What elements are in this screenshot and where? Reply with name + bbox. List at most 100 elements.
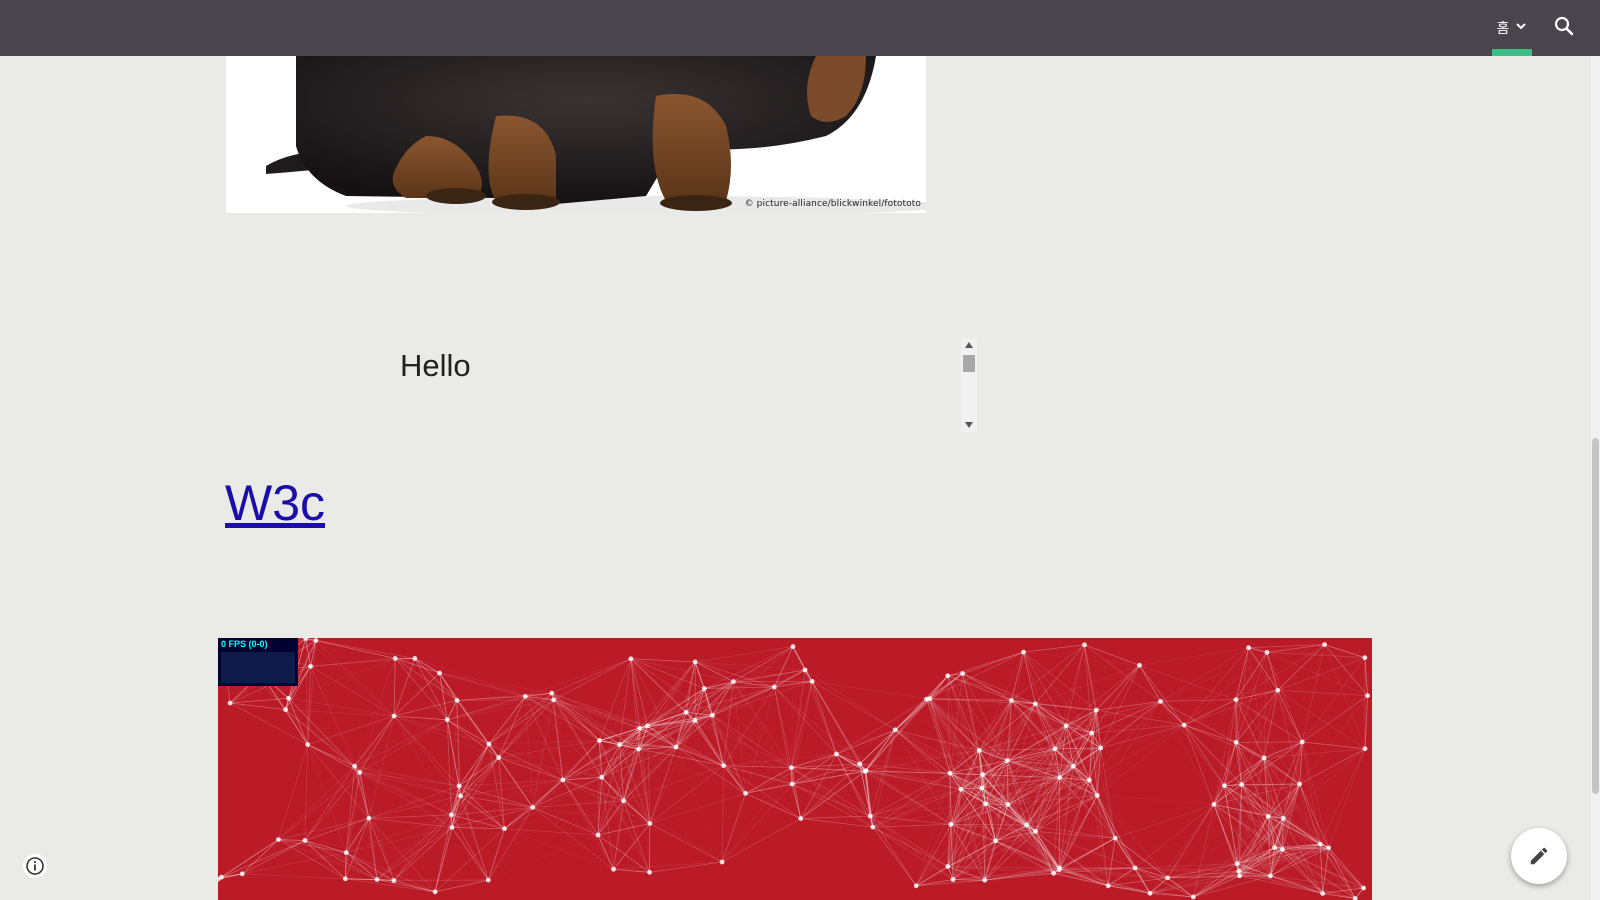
- scroll-up-arrow[interactable]: [961, 338, 977, 352]
- particle-node: [789, 765, 794, 771]
- particle-node: [227, 700, 233, 706]
- particle-node: [486, 741, 492, 747]
- triangle-down-icon: [965, 422, 973, 428]
- particle-node: [1132, 865, 1138, 871]
- particle-node: [798, 816, 804, 821]
- particle-node: [219, 874, 224, 880]
- particle-node: [857, 761, 863, 767]
- particle-node: [352, 763, 358, 769]
- particle-node: [305, 742, 311, 747]
- particle-node: [611, 866, 616, 872]
- particle-node: [1052, 746, 1058, 752]
- particle-node: [948, 822, 954, 827]
- search-button[interactable]: [1550, 14, 1578, 42]
- page-scrollbar[interactable]: [1591, 56, 1600, 900]
- site-info-button[interactable]: [23, 854, 47, 878]
- particle-node: [1009, 697, 1014, 703]
- particle-node: [1320, 891, 1326, 896]
- fps-graph: [221, 652, 295, 683]
- particle-node: [731, 679, 736, 684]
- w3c-link[interactable]: W3c: [225, 474, 325, 532]
- particle-node: [1005, 802, 1011, 808]
- particle-node: [1268, 873, 1273, 879]
- edit-button[interactable]: [1511, 828, 1567, 884]
- particle-node: [1221, 783, 1227, 789]
- triangle-up-icon: [965, 342, 973, 348]
- particle-node: [979, 785, 985, 791]
- embed-scrollbar-thumb[interactable]: [963, 355, 975, 372]
- particle-node: [1297, 781, 1302, 787]
- particle-node: [1070, 763, 1076, 769]
- particle-node: [530, 804, 536, 810]
- particle-node: [1264, 649, 1270, 655]
- particle-node: [485, 877, 491, 883]
- particle-node: [1165, 875, 1170, 881]
- particle-node: [597, 738, 602, 743]
- particle-node: [1089, 730, 1095, 736]
- particle-node: [286, 695, 292, 701]
- particle-node: [456, 783, 462, 789]
- particle-node: [1105, 883, 1111, 889]
- particle-canvas[interactable]: 0 FPS (0-0): [218, 638, 1372, 900]
- particle-node: [342, 876, 348, 882]
- particle-node: [790, 644, 796, 649]
- particle-node: [1112, 835, 1118, 841]
- particle-node: [437, 670, 442, 676]
- particle-node: [374, 877, 380, 882]
- particle-node: [833, 751, 839, 757]
- particle-node: [1362, 746, 1368, 752]
- particle-node: [392, 656, 398, 661]
- embed-scrollbar[interactable]: [961, 338, 977, 432]
- particle-node: [313, 638, 319, 643]
- particle-node: [1280, 847, 1285, 852]
- particle-node: [1233, 697, 1239, 703]
- particle-node: [1275, 687, 1281, 693]
- particle-node: [1299, 739, 1305, 745]
- particle-node: [1147, 890, 1153, 896]
- particle-node: [913, 883, 919, 889]
- particle-node: [502, 826, 507, 832]
- particle-node: [432, 889, 438, 895]
- nav-active-indicator: [1492, 49, 1532, 56]
- particle-node: [983, 801, 988, 807]
- particle-node: [692, 659, 698, 665]
- particle-node: [771, 684, 777, 690]
- particle-node: [454, 697, 460, 703]
- particle-node: [621, 798, 626, 804]
- particle-node: [1137, 662, 1142, 668]
- particle-node: [1261, 755, 1267, 761]
- particle-node: [710, 712, 715, 718]
- nav-home-menu[interactable]: 홈: [1490, 0, 1534, 56]
- particle-node: [1233, 739, 1239, 745]
- particle-node: [1265, 813, 1271, 819]
- particle-node: [1032, 701, 1038, 707]
- particle-node: [809, 678, 815, 684]
- particle-node: [1082, 642, 1087, 648]
- embed-hello-text: Hello: [400, 348, 471, 383]
- particle-node: [595, 832, 601, 838]
- particle-node: [1211, 802, 1217, 807]
- particle-node: [496, 755, 502, 760]
- particle-node: [927, 696, 933, 702]
- particle-node: [958, 786, 964, 792]
- fps-stats-panel: 0 FPS (0-0): [218, 638, 298, 686]
- particle-node: [673, 744, 679, 750]
- scroll-down-arrow[interactable]: [961, 418, 977, 432]
- particle-node: [863, 768, 869, 774]
- dog-photo: © picture-alliance/blickwinkel/fotototo: [226, 56, 926, 213]
- particle-node: [870, 824, 876, 830]
- particle-node: [617, 742, 623, 748]
- particle-node: [1239, 781, 1244, 787]
- particle-node: [1086, 777, 1092, 783]
- particle-node: [719, 859, 725, 865]
- particle-node: [1056, 867, 1062, 873]
- page-scrollbar-thumb[interactable]: [1592, 438, 1599, 794]
- particle-node: [1057, 775, 1063, 780]
- particle-node: [867, 813, 873, 819]
- particle-node: [1361, 885, 1367, 891]
- particle-node: [637, 725, 643, 731]
- particle-node: [1190, 894, 1196, 900]
- photo-credit: © picture-alliance/blickwinkel/fotototo: [744, 199, 921, 209]
- particle-node: [721, 763, 726, 769]
- particle-node: [1246, 645, 1251, 651]
